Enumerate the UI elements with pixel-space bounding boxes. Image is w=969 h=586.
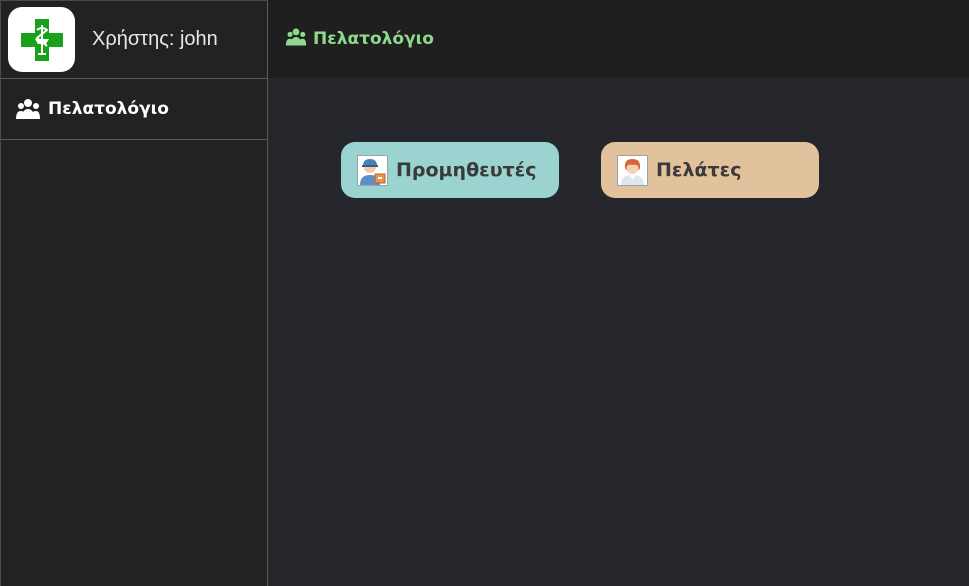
topbar: Πελατολόγιο [268,0,969,78]
customers-label: Πελάτες [656,159,742,181]
pharmacy-logo [8,7,75,72]
users-icon [285,27,307,51]
pharmacy-cross-icon [20,18,63,61]
customers-button[interactable]: Πελάτες [601,142,819,198]
suppliers-label: Προμηθευτές [396,159,537,181]
sidebar-item-label: Πελατολόγιο [48,99,169,119]
user-label: Χρήστης: john [92,28,218,50]
sidebar-item-customers[interactable]: Πελατολόγιο [1,79,267,140]
users-icon [15,97,41,121]
suppliers-button[interactable]: Προμηθευτές [341,142,559,198]
supplier-icon [357,154,388,186]
sidebar: Χρήστης: john Πελατολόγιο [0,0,268,586]
user-block: Χρήστης: john [1,1,267,79]
main-content: Προμηθευτές Πελάτες [268,78,969,586]
customer-icon [617,154,648,186]
page-title: Πελατολόγιο [313,29,434,49]
